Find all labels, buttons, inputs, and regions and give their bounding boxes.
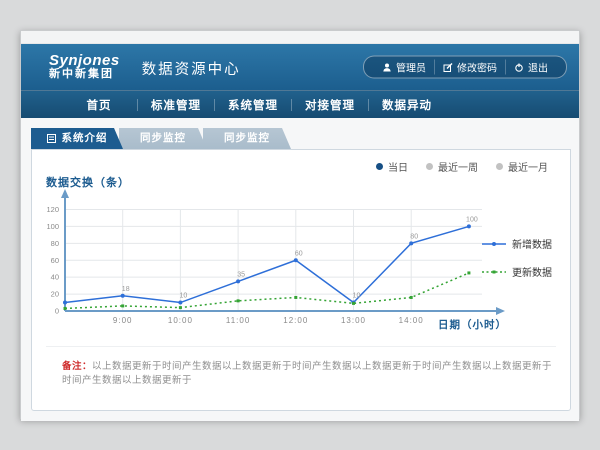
svg-text:12:00: 12:00 bbox=[283, 316, 308, 325]
radio-dot-icon bbox=[426, 163, 433, 170]
admin-user-button[interactable]: 管理员 bbox=[374, 60, 434, 75]
line-chart: 0 20 40 60 80 100 120 9:00 10:00 11:00 12:00 13:00 1… bbox=[42, 186, 542, 336]
radio-last-month[interactable]: 最近一月 bbox=[496, 159, 548, 174]
tab-label: 系统介绍 bbox=[62, 128, 108, 149]
nav-item-data-change[interactable]: 数据异动 bbox=[369, 97, 445, 113]
desktop-background: Synjones 新中新集团 数据资源中心 管理员 修改密码 bbox=[0, 0, 600, 450]
legend-item-updated-data[interactable]: 更新数据 bbox=[482, 264, 552, 279]
admin-user-label: 管理员 bbox=[396, 60, 426, 75]
radio-label: 最近一周 bbox=[438, 159, 478, 174]
svg-text:18: 18 bbox=[122, 286, 130, 293]
svg-text:40: 40 bbox=[51, 273, 59, 282]
app-header: Synjones 新中新集团 数据资源中心 管理员 修改密码 bbox=[21, 44, 579, 90]
svg-text:11:00: 11:00 bbox=[226, 316, 250, 325]
legend-label: 更新数据 bbox=[512, 264, 552, 279]
svg-text:100: 100 bbox=[466, 216, 478, 223]
logout-label: 退出 bbox=[528, 60, 548, 75]
radio-dot-icon bbox=[496, 163, 503, 170]
svg-text:60: 60 bbox=[51, 256, 59, 265]
blue-line-sample-icon bbox=[482, 240, 506, 248]
svg-text:35: 35 bbox=[237, 271, 245, 278]
tab-sync-monitor-2[interactable]: 同步监控 bbox=[203, 128, 291, 149]
content-area: 系统介绍 同步监控 同步监控 当日 最近一周 bbox=[21, 118, 579, 421]
tab-label: 同步监控 bbox=[140, 128, 186, 149]
nav-item-interface-management[interactable]: 对接管理 bbox=[292, 97, 368, 113]
radio-label: 当日 bbox=[388, 159, 408, 174]
window-top-strip bbox=[21, 31, 579, 44]
divider-line bbox=[46, 346, 556, 347]
svg-text:60: 60 bbox=[295, 250, 303, 257]
logout-button[interactable]: 退出 bbox=[505, 60, 556, 75]
svg-text:10:00: 10:00 bbox=[168, 316, 193, 325]
nav-item-standard-management[interactable]: 标准管理 bbox=[138, 97, 214, 113]
footnote-prefix: 备注： bbox=[62, 361, 92, 372]
page-title: 数据资源中心 bbox=[142, 58, 241, 79]
svg-text:9:00: 9:00 bbox=[113, 316, 133, 325]
footnote: 备注：以上数据更新于时间产生数据以上数据更新于时间产生数据以上数据更新于时间产生… bbox=[62, 358, 556, 386]
power-icon bbox=[514, 62, 524, 72]
series-legend: 新增数据 更新数据 bbox=[482, 236, 552, 279]
change-password-button[interactable]: 修改密码 bbox=[434, 60, 505, 75]
radio-last-week[interactable]: 最近一周 bbox=[426, 159, 478, 174]
svg-text:10: 10 bbox=[353, 293, 361, 300]
svg-text:120: 120 bbox=[46, 205, 59, 214]
svg-text:10: 10 bbox=[180, 293, 188, 300]
radio-dot-icon bbox=[376, 163, 383, 170]
user-toolbar: 管理员 修改密码 退出 bbox=[363, 56, 567, 79]
nav-item-home[interactable]: 首页 bbox=[61, 97, 137, 113]
svg-text:20: 20 bbox=[51, 290, 59, 299]
brand-logo: Synjones 新中新集团 bbox=[49, 53, 120, 80]
svg-text:80: 80 bbox=[410, 233, 418, 240]
tab-bar: 系统介绍 同步监控 同步监控 bbox=[21, 118, 579, 149]
time-range-selector: 当日 最近一周 最近一月 bbox=[376, 159, 548, 174]
legend-item-new-data[interactable]: 新增数据 bbox=[482, 236, 552, 251]
svg-text:80: 80 bbox=[51, 239, 59, 248]
change-password-label: 修改密码 bbox=[457, 60, 497, 75]
brand-logo-chinese: 新中新集团 bbox=[49, 69, 120, 81]
svg-text:13:00: 13:00 bbox=[341, 316, 366, 325]
svg-text:0: 0 bbox=[55, 307, 59, 316]
document-grid-icon bbox=[47, 134, 57, 144]
nav-item-system-management[interactable]: 系统管理 bbox=[215, 97, 291, 113]
edit-icon bbox=[443, 62, 453, 72]
tab-label: 同步监控 bbox=[224, 128, 270, 149]
green-dotted-line-sample-icon bbox=[482, 268, 506, 276]
app-window: Synjones 新中新集团 数据资源中心 管理员 修改密码 bbox=[20, 30, 580, 419]
svg-text:100: 100 bbox=[46, 222, 59, 231]
tab-sync-monitor-1[interactable]: 同步监控 bbox=[119, 128, 207, 149]
x-axis-title: 日期（小时） bbox=[438, 317, 507, 332]
footnote-text: 以上数据更新于时间产生数据以上数据更新于时间产生数据以上数据更新于时间产生数据以… bbox=[62, 361, 552, 386]
radio-today[interactable]: 当日 bbox=[376, 159, 408, 174]
chart-panel: 当日 最近一周 最近一月 数据交换（条） 0204060801001209:00… bbox=[31, 149, 571, 411]
radio-label: 最近一月 bbox=[508, 159, 548, 174]
svg-text:14:00: 14:00 bbox=[399, 316, 424, 325]
legend-label: 新增数据 bbox=[512, 236, 552, 251]
main-nav: 首页 标准管理 系统管理 对接管理 数据异动 bbox=[21, 90, 579, 118]
tab-system-intro[interactable]: 系统介绍 bbox=[31, 128, 123, 149]
user-icon bbox=[382, 62, 392, 72]
brand-logo-text: Synjones bbox=[49, 53, 120, 69]
